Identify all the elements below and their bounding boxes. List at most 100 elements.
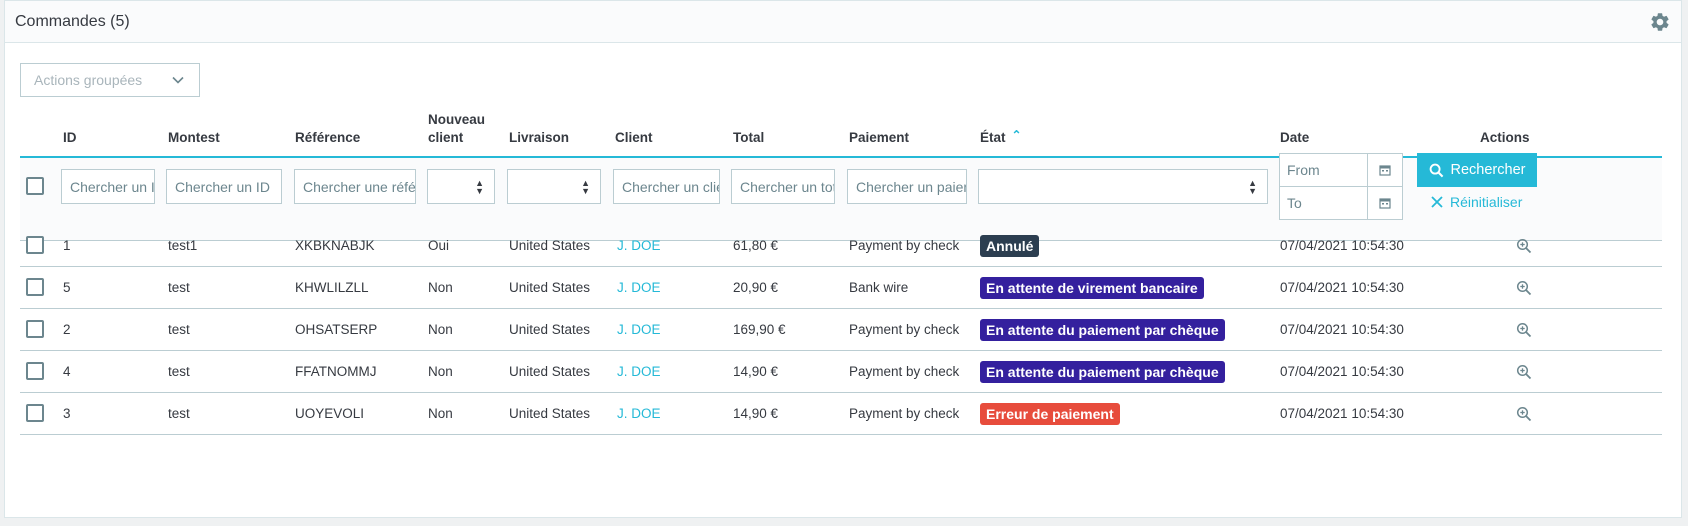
order-reference: FFATNOMMJ [295,364,377,379]
date-to-placeholder: To [1287,195,1302,211]
order-client-link[interactable]: J. DOE [617,225,661,266]
order-delivery: United States [509,280,591,295]
order-id: 2 [63,322,71,337]
order-date: 07/04/2021 10:54:30 [1280,238,1404,253]
order-new-client: Non [428,406,453,421]
filter-date-to[interactable]: To [1279,186,1403,220]
order-reference: UOYEVOLI [295,406,365,421]
col-header-montest[interactable]: Montest [168,129,220,147]
filter-new-client-select[interactable]: ▲ ▼ [427,169,495,204]
order-montest: test [168,364,190,379]
zoom-in-icon [1516,406,1532,421]
search-icon [1429,163,1443,177]
order-client-link[interactable]: J. DOE [617,393,661,434]
order-date: 07/04/2021 10:54:30 [1280,364,1404,379]
status-badge: En attente du paiement par chèque [980,360,1225,383]
order-client-link[interactable]: J. DOE [617,309,661,350]
table-row: 5 test KHWLILZLL Non United States J. DO… [20,267,1662,309]
order-new-client: Non [428,322,453,337]
col-header-new-client-line1: Nouveau [428,112,486,127]
gear-icon[interactable] [1649,11,1671,33]
sort-arrows-icon: ▲ ▼ [475,178,484,196]
order-date: 07/04/2021 10:54:30 [1280,280,1404,295]
zoom-in-icon [1516,322,1532,337]
filter-status-select[interactable]: ▲ ▼ [978,169,1268,204]
filter-date-from[interactable]: From [1279,153,1403,187]
order-reference: KHWLILZLL [295,280,369,295]
view-order-button[interactable] [1516,393,1532,434]
filter-id-input[interactable]: Chercher un ID [61,169,155,204]
col-header-id[interactable]: ID [63,129,77,147]
col-header-delivery[interactable]: Livraison [509,129,569,147]
status-badge: Erreur de paiement [980,402,1120,425]
order-status-cell: Erreur de paiement [980,393,1120,434]
order-status-cell: Annulé [980,225,1040,266]
col-header-payment[interactable]: Paiement [849,129,909,147]
col-header-status[interactable]: État ⌃ [980,128,1022,147]
order-reference: OHSATSERP [295,322,378,337]
select-all-checkbox[interactable] [26,177,44,195]
order-status-cell: En attente du paiement par chèque [980,309,1225,350]
order-payment: Payment by check [849,406,960,421]
col-header-client[interactable]: Client [615,129,653,147]
zoom-in-icon [1516,364,1532,379]
calendar-icon[interactable] [1367,154,1402,186]
order-delivery: United States [509,238,591,253]
order-client-link[interactable]: J. DOE [617,267,661,308]
order-status-cell: En attente du paiement par chèque [980,351,1225,392]
calendar-icon[interactable] [1367,187,1402,219]
view-order-button[interactable] [1516,225,1532,266]
col-header-new-client[interactable]: Nouveau client [428,111,485,147]
col-header-date[interactable]: Date [1280,129,1309,147]
view-order-button[interactable] [1516,309,1532,350]
search-button[interactable]: Rechercher [1417,153,1537,187]
panel-header: Commandes (5) [5,1,1681,43]
order-delivery: United States [509,406,591,421]
order-new-client: Oui [428,238,450,253]
row-checkbox[interactable] [26,278,44,296]
view-order-button[interactable] [1516,267,1532,308]
filter-reference-input[interactable]: Chercher une référence [294,169,416,204]
order-id: 5 [63,280,71,295]
row-checkbox[interactable] [26,320,44,338]
order-total: 61,80 € [733,238,779,253]
order-delivery: United States [509,322,591,337]
filter-total-input[interactable]: Chercher un total [731,169,835,204]
zoom-in-icon [1516,238,1532,253]
col-header-new-client-line2: client [428,130,464,145]
col-header-reference[interactable]: Référence [295,129,360,147]
filter-payment-input[interactable]: Chercher un paiement [847,169,967,204]
sort-ascending-icon[interactable]: ⌃ [1012,128,1022,142]
order-total: 14,90 € [733,406,779,421]
table-row: 1 test1 XKBKNABJK Oui United States J. D… [20,225,1662,267]
reset-button[interactable]: Réinitialiser [1431,190,1522,214]
bulk-actions-dropdown[interactable]: Actions groupées [20,63,200,97]
status-badge: En attente du paiement par chèque [980,318,1225,341]
row-checkbox[interactable] [26,362,44,380]
order-id: 3 [63,406,71,421]
sort-arrows-icon: ▲ ▼ [1248,178,1257,196]
row-checkbox[interactable] [26,236,44,254]
bulk-actions-label: Actions groupées [34,72,143,88]
view-order-button[interactable] [1516,351,1532,392]
filter-client-input[interactable]: Chercher un client [613,169,720,204]
order-payment: Payment by check [849,322,960,337]
order-id: 4 [63,364,71,379]
order-total: 20,90 € [733,280,779,295]
order-delivery: United States [509,364,591,379]
filter-delivery-select[interactable]: ▲ ▼ [507,169,601,204]
order-client-link[interactable]: J. DOE [617,351,661,392]
order-date: 07/04/2021 10:54:30 [1280,322,1404,337]
order-payment: Bank wire [849,280,909,295]
table-row: 3 test UOYEVOLI Non United States J. DOE… [20,393,1662,435]
table-row: 4 test FFATNOMMJ Non United States J. DO… [20,351,1662,393]
reset-button-label: Réinitialiser [1450,194,1523,210]
col-header-total[interactable]: Total [733,129,764,147]
zoom-in-icon [1516,280,1532,295]
col-header-status-label: État [980,130,1006,145]
table-row: 2 test OHSATSERP Non United States J. DO… [20,309,1662,351]
filter-montest-input[interactable]: Chercher un ID [166,169,282,204]
row-checkbox[interactable] [26,404,44,422]
order-payment: Payment by check [849,364,960,379]
col-header-actions: Actions [1480,130,1530,145]
